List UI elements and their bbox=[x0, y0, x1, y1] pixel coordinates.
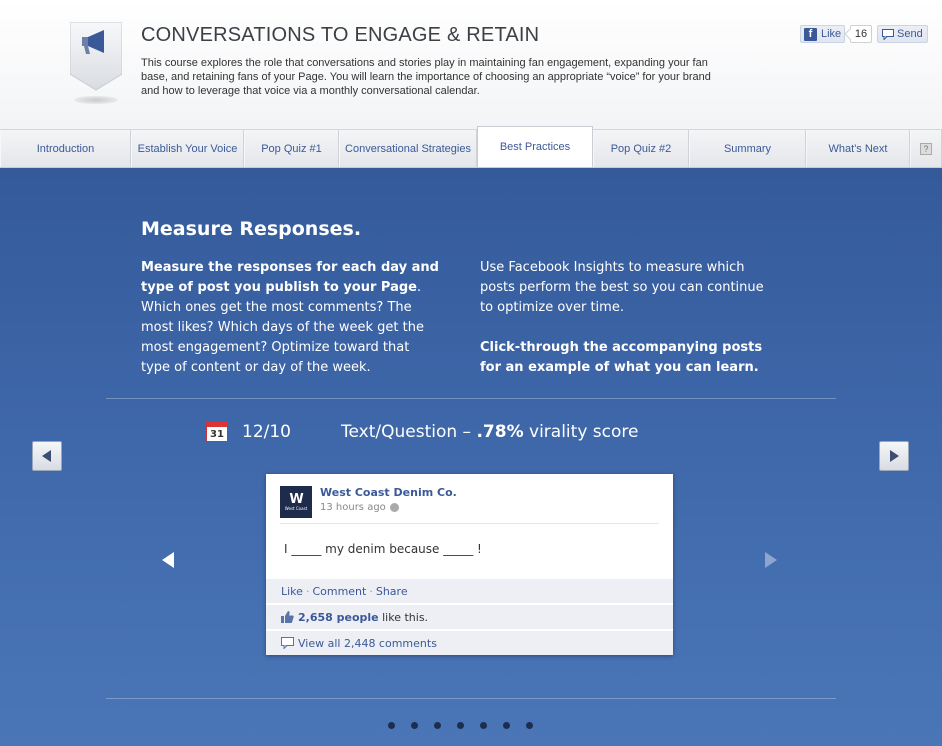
pagination-dot[interactable] bbox=[457, 722, 464, 729]
tab-introduction[interactable]: Introduction bbox=[0, 130, 131, 167]
post-actions: Like · Comment · Share bbox=[266, 579, 673, 603]
thumbs-up-icon bbox=[281, 611, 294, 623]
arrow-right-icon bbox=[890, 450, 899, 462]
tab-whats-next[interactable]: What's Next bbox=[806, 130, 910, 167]
pagination-dot[interactable] bbox=[503, 722, 510, 729]
right-column: Use Facebook Insights to measure which p… bbox=[480, 258, 780, 378]
like-link[interactable]: Like bbox=[281, 585, 303, 598]
previous-post-arrow[interactable] bbox=[161, 551, 175, 569]
slide-pagination bbox=[388, 722, 533, 729]
section-heading: Measure Responses. bbox=[141, 218, 362, 240]
comments-summary: View all 2,448 comments bbox=[266, 631, 673, 655]
arrow-left-icon bbox=[42, 450, 51, 462]
tab-summary[interactable]: Summary bbox=[689, 130, 806, 167]
next-post-arrow[interactable] bbox=[764, 551, 778, 569]
right-paragraph: Use Facebook Insights to measure which p… bbox=[480, 260, 764, 315]
tab-pop-quiz-1[interactable]: Pop Quiz #1 bbox=[244, 130, 339, 167]
post-divider bbox=[280, 523, 659, 524]
like-label: Like bbox=[821, 28, 842, 40]
megaphone-badge bbox=[69, 21, 123, 104]
post-text: I _____ my denim because _____ ! bbox=[284, 542, 482, 556]
pagination-dot[interactable] bbox=[388, 722, 395, 729]
tab-conversational-strategies[interactable]: Conversational Strategies bbox=[339, 130, 477, 167]
view-comments-link[interactable]: View all 2,448 comments bbox=[298, 637, 437, 650]
page-name-link[interactable]: West Coast Denim Co. bbox=[320, 486, 457, 499]
facebook-post-card: W West Coast West Coast Denim Co. 13 hou… bbox=[266, 474, 673, 655]
tab-pop-quiz-2[interactable]: Pop Quiz #2 bbox=[593, 130, 689, 167]
course-tabs: Introduction Establish Your Voice Pop Qu… bbox=[0, 126, 942, 168]
top-divider bbox=[106, 398, 836, 399]
next-slide-button[interactable] bbox=[879, 441, 909, 471]
help-tab[interactable]: ? bbox=[910, 130, 942, 167]
post-date: 12/10 bbox=[242, 422, 291, 442]
facebook-send-button[interactable]: Send bbox=[877, 25, 928, 43]
post-timestamp: 13 hours ago bbox=[320, 502, 399, 513]
bottom-divider bbox=[106, 698, 836, 699]
course-description: This course explores the role that conve… bbox=[141, 57, 711, 97]
post-stat-row: 31 12/10 Text/Question – .78% virality s… bbox=[206, 420, 638, 444]
comment-link[interactable]: Comment bbox=[312, 585, 366, 598]
virality-score: .78% bbox=[476, 422, 524, 442]
course-header: CONVERSATIONS TO ENGAGE & RETAIN This co… bbox=[0, 0, 942, 130]
pagination-dot[interactable] bbox=[411, 722, 418, 729]
calendar-icon: 31 bbox=[206, 422, 228, 442]
pagination-dot[interactable] bbox=[480, 722, 487, 729]
send-label: Send bbox=[897, 28, 923, 40]
like-count: 16 bbox=[850, 25, 872, 43]
pagination-dot[interactable] bbox=[434, 722, 441, 729]
course-title: CONVERSATIONS TO ENGAGE & RETAIN bbox=[141, 24, 540, 46]
left-paragraph: Measure the responses for each day and t… bbox=[141, 258, 441, 378]
page-avatar[interactable]: W West Coast bbox=[280, 486, 312, 518]
share-link[interactable]: Share bbox=[376, 585, 408, 598]
help-icon: ? bbox=[920, 142, 932, 155]
previous-slide-button[interactable] bbox=[32, 441, 62, 471]
virality-label: Text/Question – .78% virality score bbox=[341, 422, 639, 442]
globe-icon bbox=[389, 503, 399, 512]
facebook-icon: f bbox=[804, 27, 817, 41]
tab-establish-your-voice[interactable]: Establish Your Voice bbox=[131, 130, 244, 167]
right-bold-paragraph: Click-through the accompanying posts for… bbox=[480, 340, 763, 375]
send-icon bbox=[882, 28, 894, 40]
left-bold-text: Measure the responses for each day and t… bbox=[141, 260, 439, 295]
tab-best-practices[interactable]: Best Practices bbox=[477, 126, 593, 167]
lesson-panel: Measure Responses. Measure the responses… bbox=[0, 168, 942, 746]
comment-icon bbox=[281, 637, 294, 649]
pagination-dot[interactable] bbox=[526, 722, 533, 729]
likes-summary: 2,658 people like this. bbox=[266, 605, 673, 629]
facebook-like-button[interactable]: f Like bbox=[800, 25, 845, 43]
likes-count-link[interactable]: 2,658 people bbox=[298, 611, 379, 624]
